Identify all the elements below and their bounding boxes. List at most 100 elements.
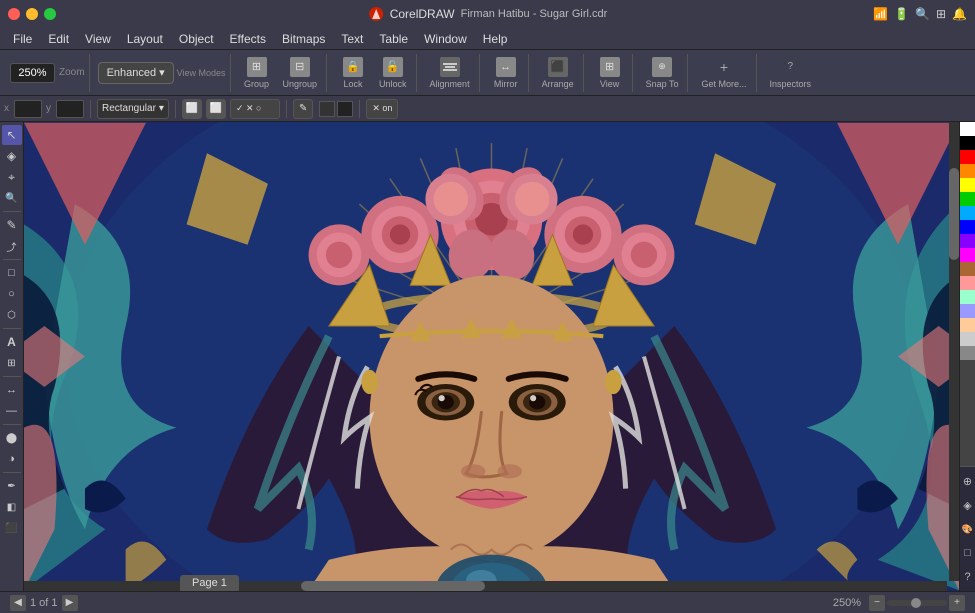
menu-view[interactable]: View: [78, 30, 118, 48]
color-cyan[interactable]: [960, 206, 975, 220]
color-peach[interactable]: [960, 318, 975, 332]
menu-text[interactable]: Text: [334, 30, 370, 48]
connector-tool[interactable]: —: [2, 401, 22, 421]
fill-color-swatch[interactable]: [319, 101, 335, 117]
close-button[interactable]: [8, 8, 20, 20]
menu-effects[interactable]: Effects: [223, 30, 273, 48]
text-tool[interactable]: A: [2, 332, 22, 352]
color-green[interactable]: [960, 192, 975, 206]
help-right-icon[interactable]: ?: [958, 567, 975, 587]
blend-tool[interactable]: ⬤: [2, 428, 22, 448]
view-mode-button[interactable]: Enhanced ▾: [98, 62, 174, 84]
transparency-tool[interactable]: ◑: [2, 449, 22, 469]
status-right: 250% − +: [833, 595, 965, 611]
snap-to-button[interactable]: ⊕ Snap To: [641, 55, 684, 91]
menu-window[interactable]: Window: [417, 30, 474, 48]
color-mint[interactable]: [960, 290, 975, 304]
smart-draw-tool[interactable]: ⤴: [2, 236, 22, 256]
color-magenta[interactable]: [960, 248, 975, 262]
control-center-icon[interactable]: ⊞: [936, 7, 946, 21]
alignment-button[interactable]: Alignment: [425, 55, 475, 91]
view-button[interactable]: ⊞ View: [592, 55, 628, 91]
interactive-fill-tool[interactable]: ⬛: [2, 518, 22, 538]
alignment-icon: [440, 57, 460, 77]
x-coord-input[interactable]: 2: [14, 100, 42, 118]
page-indicator: ◀ 1 of 1 ▶: [10, 595, 78, 611]
fill-tool[interactable]: ◧: [2, 497, 22, 517]
color-purple[interactable]: [960, 234, 975, 248]
arrange-icon: ⬛: [548, 57, 568, 77]
zoom-in-button[interactable]: +: [949, 595, 965, 611]
menu-layout[interactable]: Layout: [120, 30, 170, 48]
color-right-icon[interactable]: 🎨: [958, 519, 975, 539]
color-red[interactable]: [960, 150, 975, 164]
color-eyedropper-tool[interactable]: ✒: [2, 476, 22, 496]
nodes-right-icon[interactable]: ◈: [958, 495, 975, 515]
notification-icon[interactable]: 🔔: [952, 7, 967, 21]
menu-table[interactable]: Table: [372, 30, 415, 48]
table-tool[interactable]: ⊞: [2, 353, 22, 373]
color-orange[interactable]: [960, 164, 975, 178]
v-scroll-thumb[interactable]: [949, 168, 959, 260]
zoom-slider-thumb[interactable]: [911, 598, 921, 608]
polygon-tool[interactable]: ⬡: [2, 305, 22, 325]
ellipse-tool[interactable]: ○: [2, 284, 22, 304]
group-button[interactable]: ⊞ Group: [239, 55, 275, 91]
unlock-button[interactable]: 🔓 Unlock: [374, 55, 412, 91]
snap-right-icon[interactable]: ⊕: [958, 471, 975, 491]
menu-object[interactable]: Object: [172, 30, 221, 48]
color-white[interactable]: [960, 122, 975, 136]
outline-color-swatch[interactable]: [337, 101, 353, 117]
toolbar2-btn3[interactable]: ✓ ✕ ○: [230, 99, 280, 119]
color-black[interactable]: [960, 136, 975, 150]
color-yellow[interactable]: [960, 178, 975, 192]
canvas-area[interactable]: [24, 122, 959, 591]
rectangle-tool[interactable]: □: [2, 263, 22, 283]
arrange-button[interactable]: ⬛ Arrange: [537, 55, 579, 91]
color-light-gray[interactable]: [960, 332, 975, 346]
h-scroll-thumb[interactable]: [301, 581, 486, 591]
options-btn[interactable]: ✕ on: [366, 99, 398, 119]
lock-button[interactable]: 🔒 Lock: [335, 55, 371, 91]
menu-help[interactable]: Help: [476, 30, 515, 48]
art-canvas: [24, 122, 959, 591]
mirror-button[interactable]: ↔ Mirror: [488, 55, 524, 91]
y-coord-input[interactable]: 2: [56, 100, 84, 118]
freehand-tool[interactable]: ✎: [2, 215, 22, 235]
zoom-tool[interactable]: 🔍: [2, 188, 22, 208]
zoom-out-button[interactable]: −: [869, 595, 885, 611]
toolbar2-btn1[interactable]: ⬜: [182, 99, 202, 119]
color-brown[interactable]: [960, 262, 975, 276]
object-right-icon[interactable]: □: [958, 543, 975, 563]
zoom-input[interactable]: 250%: [10, 63, 55, 83]
menu-file[interactable]: File: [6, 30, 39, 48]
color-light-pink[interactable]: [960, 276, 975, 290]
color-gray[interactable]: [960, 346, 975, 360]
crop-tool[interactable]: ⌖: [2, 167, 22, 187]
ungroup-button[interactable]: ⊟ Ungroup: [278, 55, 323, 91]
node-tool[interactable]: ◈: [2, 146, 22, 166]
window-controls[interactable]: [8, 8, 56, 20]
maximize-button[interactable]: [44, 8, 56, 20]
menu-edit[interactable]: Edit: [41, 30, 76, 48]
horizontal-scrollbar[interactable]: [24, 581, 947, 591]
prev-page-button[interactable]: ◀: [10, 595, 26, 611]
dimension-tool[interactable]: ↔: [2, 380, 22, 400]
search-icon[interactable]: 🔍: [915, 7, 930, 21]
zoom-slider[interactable]: [887, 600, 947, 606]
color-light-blue[interactable]: [960, 304, 975, 318]
vertical-scrollbar[interactable]: [949, 122, 959, 581]
toolbar2-btn2[interactable]: ⬜: [206, 99, 226, 119]
right-panel: ⊕ ◈ 🎨 □ ?: [959, 122, 975, 591]
get-more-button[interactable]: + Get More...: [696, 55, 751, 91]
color-more[interactable]: [960, 360, 975, 466]
next-page-button[interactable]: ▶: [62, 595, 78, 611]
select-tool[interactable]: ↖: [2, 125, 22, 145]
shape-dropdown[interactable]: Rectangular ▾: [97, 99, 169, 119]
pencil-btn[interactable]: ✎: [293, 99, 313, 119]
color-blue[interactable]: [960, 220, 975, 234]
page-tab[interactable]: Page 1: [180, 575, 239, 591]
inspectors-button[interactable]: ? Inspectors: [765, 55, 817, 91]
menu-bitmaps[interactable]: Bitmaps: [275, 30, 332, 48]
minimize-button[interactable]: [26, 8, 38, 20]
